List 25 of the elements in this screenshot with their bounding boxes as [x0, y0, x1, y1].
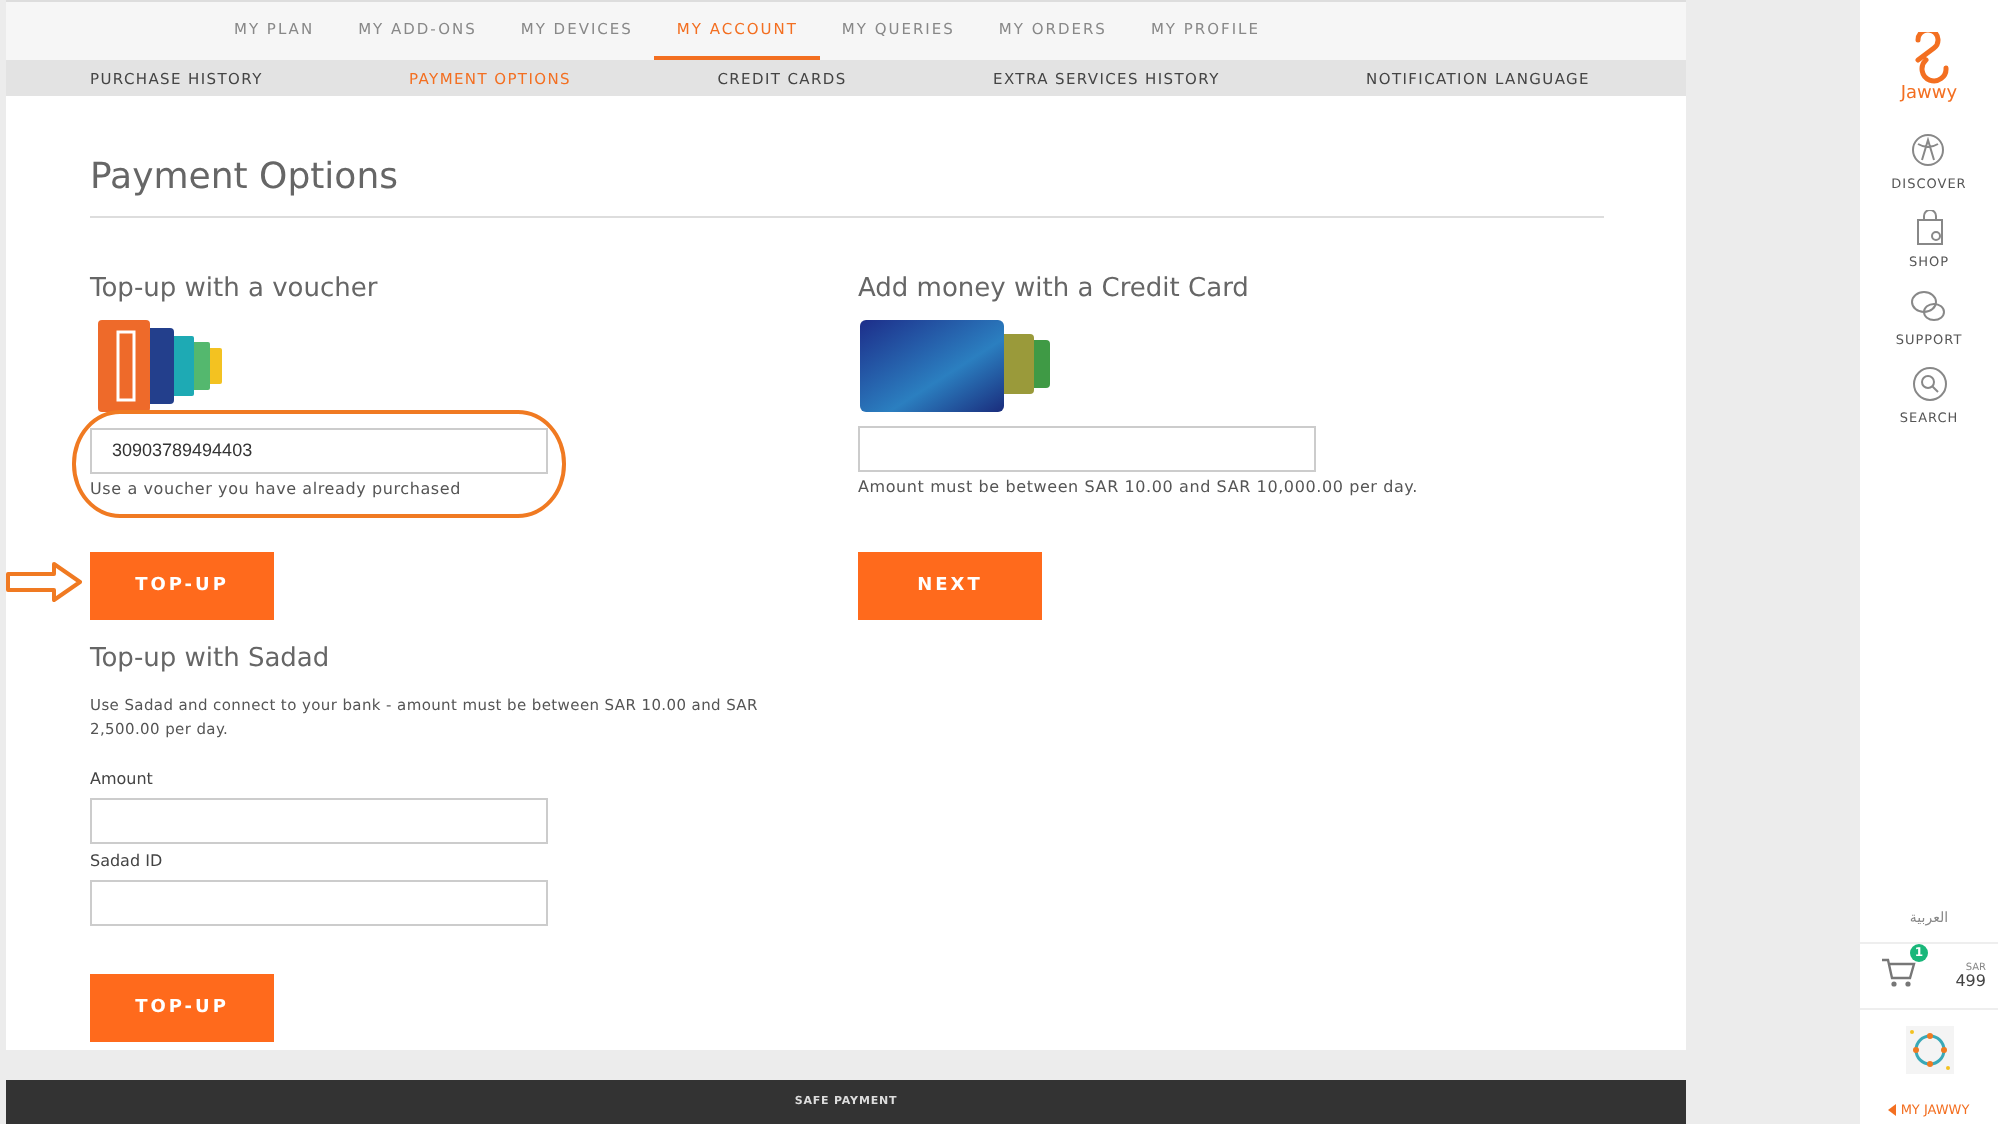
input-field[interactable] — [90, 879, 548, 925]
section-heading: Add money with a Credit Card — [858, 274, 1249, 304]
input-field[interactable] — [90, 797, 548, 843]
voucher-input-field[interactable]: 30903789494403 — [90, 427, 548, 473]
top-up-button[interactable]: TOP-UP — [90, 551, 274, 619]
top-up-button[interactable]: TOP-UP — [90, 973, 274, 1041]
pattern-icon — [1905, 1026, 1953, 1074]
bag-icon — [1911, 210, 1947, 246]
search-icon — [1911, 366, 1947, 402]
cart-amount: 499 — [1955, 973, 1986, 989]
globe-icon — [1910, 132, 1947, 168]
logo[interactable]: Jawwy — [1900, 32, 1958, 104]
cart-icon[interactable] — [1880, 956, 1916, 988]
field-hint: Use a voucher you have already purchased — [90, 479, 463, 497]
caret-icon — [1888, 1104, 1897, 1116]
field-label: Sadad ID — [90, 851, 163, 869]
field-label: Amount — [90, 769, 153, 787]
chat-bubbles-icon — [1910, 288, 1947, 324]
next-button[interactable]: NEXT — [858, 552, 1042, 620]
amount-input-field[interactable] — [858, 426, 1316, 472]
field-hint: Amount must be between SAR 10.00 and SAR 10,000.00 per day. — [858, 478, 1418, 496]
page-title: Payment Options — [90, 156, 1604, 218]
pointer-arrow-icon — [6, 561, 82, 601]
section-heading: Top-up with Sadad — [90, 643, 330, 673]
section-heading: Top-up with a voucher — [90, 274, 378, 304]
